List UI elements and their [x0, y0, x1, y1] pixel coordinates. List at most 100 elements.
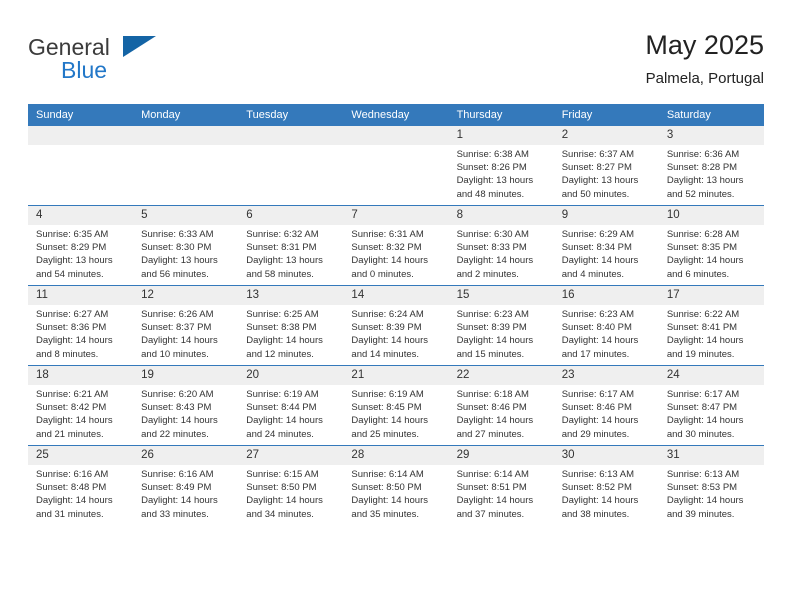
calendar-day-cell[interactable]: 14 Sunrise: 6:24 AM Sunset: 8:39 PM Dayligh… [343, 285, 449, 366]
brand-logo[interactable]: General Blue [28, 34, 258, 92]
daylight-text-line2: and 2 minutes. [456, 268, 519, 280]
calendar-day-cell[interactable]: 4 Sunrise: 6:35 AM Sunset: 8:29 PM Daylight… [28, 205, 134, 286]
daylight-text-line1: Daylight: 14 hours [141, 415, 218, 427]
page-header: General Blue May 2025 Palmela, Portugal [28, 28, 764, 98]
day-info: Sunrise: 6:16 AM Sunset: 8:49 PM Daylight:… [133, 465, 238, 521]
day-info: Sunrise: 6:26 AM Sunset: 8:37 PM Daylight:… [133, 305, 238, 361]
sunrise-text: Sunrise: 6:17 AM [561, 389, 635, 400]
calendar-day-cell[interactable]: 27 Sunrise: 6:15 AM Sunset: 8:50 PM Dayligh… [238, 445, 344, 525]
sunrise-text: Sunrise: 6:33 AM [141, 229, 214, 240]
calendar-day-cell[interactable]: 24 Sunrise: 6:17 AM Sunset: 8:47 PM Dayligh… [658, 365, 764, 446]
sunrise-text: Sunrise: 6:32 AM [246, 229, 319, 240]
day-number [133, 126, 239, 145]
daylight-text-line1: Daylight: 14 hours [141, 495, 218, 507]
day-number: 30 [553, 446, 659, 465]
daylight-text-line2: and 31 minutes. [36, 508, 104, 520]
daylight-text-line2: and 12 minutes. [246, 348, 314, 360]
daylight-text-line1: Daylight: 14 hours [351, 415, 428, 427]
sunrise-text: Sunrise: 6:21 AM [36, 389, 109, 400]
day-info: Sunrise: 6:13 AM Sunset: 8:53 PM Daylight:… [659, 465, 764, 521]
day-number: 15 [448, 286, 554, 305]
day-number [28, 126, 134, 145]
calendar-day-cell[interactable]: 3 Sunrise: 6:36 AM Sunset: 8:28 PM Daylight… [658, 126, 764, 206]
daylight-text-line1: Daylight: 14 hours [456, 415, 534, 427]
sunset-text: Sunset: 8:50 PM [246, 482, 317, 494]
day-number: 5 [133, 206, 239, 225]
sunset-text: Sunset: 8:49 PM [141, 482, 212, 494]
sunset-text: Sunset: 8:29 PM [36, 242, 107, 254]
sunset-text: Sunset: 8:39 PM [456, 322, 527, 334]
sunset-text: Sunset: 8:36 PM [36, 322, 107, 334]
triangle-icon [123, 36, 156, 57]
daylight-text-line1: Daylight: 13 hours [666, 175, 744, 187]
calendar-day-cell[interactable]: 15 Sunrise: 6:23 AM Sunset: 8:39 PM Dayligh… [448, 285, 554, 366]
weekday-header-sunday: Sunday [28, 104, 134, 126]
calendar-day-cell[interactable]: 21 Sunrise: 6:19 AM Sunset: 8:45 PM Dayligh… [343, 365, 449, 446]
daylight-text-line1: Daylight: 14 hours [246, 335, 323, 347]
calendar-day-cell-empty [133, 126, 239, 206]
day-number: 18 [28, 366, 134, 385]
calendar-day-cell[interactable]: 17 Sunrise: 6:22 AM Sunset: 8:41 PM Dayligh… [658, 285, 764, 366]
day-number: 6 [238, 206, 344, 225]
calendar-day-cell[interactable]: 7 Sunrise: 6:31 AM Sunset: 8:32 PM Daylight… [343, 205, 449, 286]
daylight-text-line2: and 21 minutes. [36, 428, 104, 440]
calendar-day-cell[interactable]: 25 Sunrise: 6:16 AM Sunset: 8:48 PM Dayligh… [28, 445, 134, 525]
calendar-day-cell[interactable]: 8 Sunrise: 6:30 AM Sunset: 8:33 PM Daylight… [448, 205, 554, 286]
day-info: Sunrise: 6:16 AM Sunset: 8:48 PM Daylight:… [28, 465, 133, 521]
day-number: 21 [343, 366, 449, 385]
calendar-day-cell[interactable]: 2 Sunrise: 6:37 AM Sunset: 8:27 PM Daylight… [553, 126, 659, 206]
calendar-day-cell[interactable]: 16 Sunrise: 6:23 AM Sunset: 8:40 PM Dayligh… [553, 285, 659, 366]
daylight-text-line2: and 35 minutes. [351, 508, 420, 520]
sunset-text: Sunset: 8:51 PM [456, 482, 527, 494]
sunset-text: Sunset: 8:50 PM [351, 482, 422, 494]
day-number: 19 [133, 366, 239, 385]
calendar-day-cell[interactable]: 29 Sunrise: 6:14 AM Sunset: 8:51 PM Dayligh… [448, 445, 554, 525]
daylight-text-line1: Daylight: 14 hours [246, 415, 323, 427]
day-info: Sunrise: 6:15 AM Sunset: 8:50 PM Daylight:… [238, 465, 343, 521]
calendar-day-cell-empty [28, 126, 134, 206]
calendar-day-cell[interactable]: 18 Sunrise: 6:21 AM Sunset: 8:42 PM Dayligh… [28, 365, 134, 446]
calendar-day-cell[interactable]: 10 Sunrise: 6:28 AM Sunset: 8:35 PM Dayligh… [658, 205, 764, 286]
sunrise-text: Sunrise: 6:35 AM [36, 229, 109, 240]
calendar-day-cell[interactable]: 31 Sunrise: 6:13 AM Sunset: 8:53 PM Dayligh… [658, 445, 764, 525]
calendar-day-cell[interactable]: 19 Sunrise: 6:20 AM Sunset: 8:43 PM Dayligh… [133, 365, 239, 446]
sunrise-text: Sunrise: 6:23 AM [456, 309, 529, 320]
sunrise-text: Sunrise: 6:19 AM [246, 389, 319, 400]
daylight-text-line2: and 15 minutes. [456, 348, 525, 360]
calendar-day-cell[interactable]: 13 Sunrise: 6:25 AM Sunset: 8:38 PM Dayligh… [238, 285, 344, 366]
weekday-header-saturday: Saturday [658, 104, 764, 126]
calendar-day-cell[interactable]: 6 Sunrise: 6:32 AM Sunset: 8:31 PM Daylight… [238, 205, 344, 286]
daylight-text-line1: Daylight: 13 hours [456, 175, 534, 187]
calendar-day-cell[interactable]: 23 Sunrise: 6:17 AM Sunset: 8:46 PM Dayligh… [553, 365, 659, 446]
sunrise-text: Sunrise: 6:14 AM [351, 469, 424, 480]
daylight-text-line2: and 50 minutes. [561, 188, 630, 200]
calendar-day-cell[interactable]: 28 Sunrise: 6:14 AM Sunset: 8:50 PM Dayligh… [343, 445, 449, 525]
calendar-day-cell[interactable]: 5 Sunrise: 6:33 AM Sunset: 8:30 PM Daylight… [133, 205, 239, 286]
calendar-day-cell[interactable]: 12 Sunrise: 6:26 AM Sunset: 8:37 PM Dayligh… [133, 285, 239, 366]
sunset-text: Sunset: 8:43 PM [141, 402, 212, 414]
day-info: Sunrise: 6:17 AM Sunset: 8:47 PM Daylight:… [659, 385, 764, 441]
calendar-day-cell[interactable]: 22 Sunrise: 6:18 AM Sunset: 8:46 PM Dayligh… [448, 365, 554, 446]
sunrise-text: Sunrise: 6:27 AM [36, 309, 109, 320]
daylight-text-line1: Daylight: 14 hours [36, 415, 113, 427]
day-info: Sunrise: 6:21 AM Sunset: 8:42 PM Daylight:… [28, 385, 133, 441]
calendar-day-cell[interactable]: 20 Sunrise: 6:19 AM Sunset: 8:44 PM Dayligh… [238, 365, 344, 446]
daylight-text-line2: and 29 minutes. [561, 428, 630, 440]
day-number: 31 [658, 446, 764, 465]
calendar-day-cell[interactable]: 26 Sunrise: 6:16 AM Sunset: 8:49 PM Dayligh… [133, 445, 239, 525]
day-info: Sunrise: 6:31 AM Sunset: 8:32 PM Daylight:… [343, 225, 448, 281]
sunset-text: Sunset: 8:31 PM [246, 242, 317, 254]
brand-name-bottom: Blue [61, 57, 108, 83]
calendar-day-cell[interactable]: 30 Sunrise: 6:13 AM Sunset: 8:52 PM Dayligh… [553, 445, 659, 525]
sunset-text: Sunset: 8:47 PM [666, 402, 738, 414]
calendar-day-cell[interactable]: 9 Sunrise: 6:29 AM Sunset: 8:34 PM Daylight… [553, 205, 659, 286]
daylight-text-line1: Daylight: 14 hours [666, 415, 744, 427]
calendar-day-cell[interactable]: 1 Sunrise: 6:38 AM Sunset: 8:26 PM Daylight… [448, 126, 554, 206]
daylight-text-line2: and 54 minutes. [36, 268, 104, 280]
sunset-text: Sunset: 8:46 PM [561, 402, 632, 414]
calendar-body: 1 Sunrise: 6:38 AM Sunset: 8:26 PM Daylight… [28, 126, 764, 525]
day-number: 24 [658, 366, 764, 385]
sunset-text: Sunset: 8:45 PM [351, 402, 422, 414]
sunset-text: Sunset: 8:40 PM [561, 322, 632, 334]
calendar-day-cell[interactable]: 11 Sunrise: 6:27 AM Sunset: 8:36 PM Dayligh… [28, 285, 134, 366]
